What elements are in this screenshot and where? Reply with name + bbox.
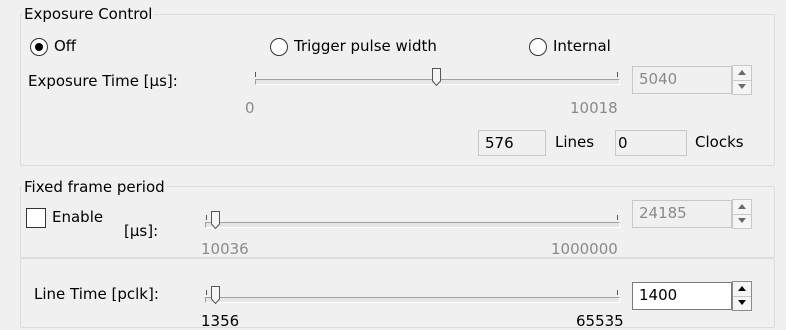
exposure-slider-max-label: 10018	[570, 99, 618, 117]
clocks-input[interactable]: 0	[615, 130, 687, 156]
line-time-slider-max-label: 65535	[576, 312, 624, 330]
radio-trigger-pulse-width[interactable]	[270, 38, 288, 56]
radio-trigger-pulse-width-label: Trigger pulse width	[294, 37, 437, 55]
line-time-slider-tick-max	[617, 290, 618, 295]
line-time-spinner[interactable]	[732, 281, 752, 311]
enable-label: Enable	[52, 208, 104, 226]
fixed-frame-spinner[interactable]	[732, 199, 752, 229]
chevron-up-icon[interactable]	[733, 66, 751, 81]
chevron-down-icon[interactable]	[733, 296, 751, 310]
lines-label: Lines	[555, 133, 595, 151]
exposure-slider-min-label: 0	[245, 99, 255, 117]
exposure-time-spinner[interactable]	[732, 65, 752, 95]
line-time-slider-tick-min	[206, 290, 207, 295]
radio-internal[interactable]	[529, 38, 547, 56]
radio-internal-label: Internal	[553, 37, 611, 55]
lines-input[interactable]: 576	[478, 130, 546, 156]
line-time-slider-min-label: 1356	[201, 312, 240, 330]
line-time-input[interactable]: 1400	[632, 282, 732, 310]
fixed-frame-slider-track[interactable]	[205, 222, 620, 228]
exposure-control-legend: Exposure Control	[22, 5, 155, 23]
clocks-label: Clocks	[695, 133, 744, 151]
radio-off[interactable]	[30, 38, 48, 56]
chevron-up-icon[interactable]	[733, 200, 751, 215]
line-time-label: Line Time [pclk]:	[34, 285, 159, 303]
chevron-down-icon[interactable]	[733, 80, 751, 94]
exposure-slider-tick-min	[255, 72, 256, 77]
fixed-frame-slider-max-label: 1000000	[551, 240, 618, 258]
line-time-slider-track[interactable]	[205, 297, 620, 303]
fixed-frame-slider-min-label: 10036	[201, 240, 249, 258]
exposure-slider-thumb[interactable]	[432, 68, 441, 86]
fixed-frame-input[interactable]: 24185	[632, 200, 732, 228]
fixed-frame-legend: Fixed frame period	[22, 178, 167, 196]
fixed-frame-slider-tick-max	[617, 215, 618, 220]
fixed-frame-unit-label: [µs]:	[124, 222, 159, 240]
exposure-time-input[interactable]: 5040	[632, 66, 732, 94]
chevron-up-icon[interactable]	[733, 282, 751, 297]
enable-checkbox[interactable]	[26, 208, 46, 228]
line-time-slider-thumb[interactable]	[211, 286, 220, 304]
fixed-frame-slider-thumb[interactable]	[211, 211, 220, 229]
radio-off-label: Off	[54, 37, 77, 55]
exposure-slider-tick-max	[617, 72, 618, 77]
fixed-frame-slider-tick-min	[206, 215, 207, 220]
chevron-down-icon[interactable]	[733, 214, 751, 228]
exposure-time-label: Exposure Time [µs]:	[28, 72, 178, 90]
